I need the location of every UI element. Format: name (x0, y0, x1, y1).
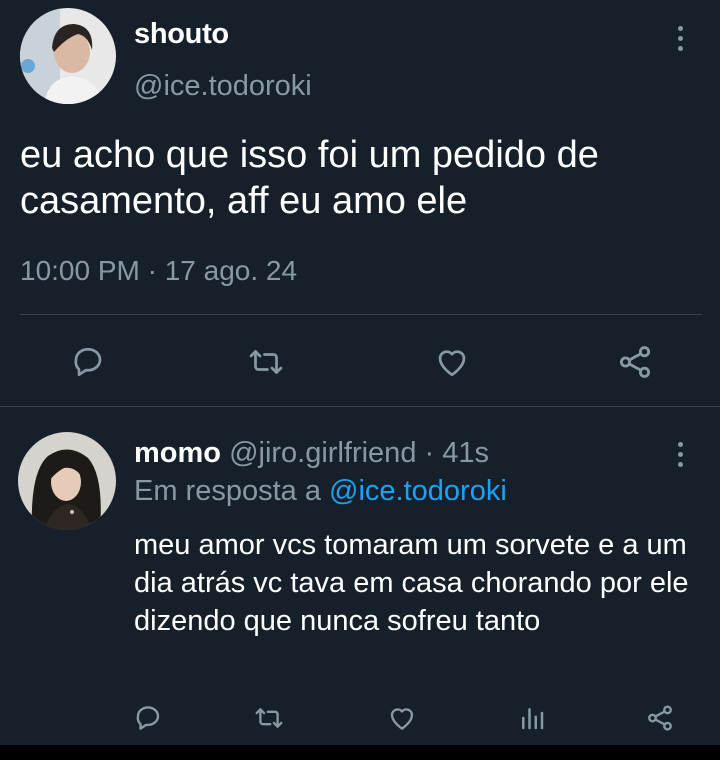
display-name[interactable]: shouto (134, 18, 229, 51)
replying-to-prefix: Em resposta a (134, 475, 330, 507)
share-icon[interactable] (638, 696, 682, 740)
tweet-text: eu acho que isso foi um pedido de casame… (20, 134, 599, 222)
retweet-icon[interactable] (247, 696, 291, 740)
avatar-image (20, 8, 116, 104)
replying-to-link[interactable]: @ice.todoroki (329, 475, 507, 507)
retweet-icon[interactable] (244, 340, 288, 384)
reply-icon[interactable] (66, 340, 110, 384)
divider (20, 314, 702, 315)
share-icon[interactable] (613, 340, 657, 384)
tweet-timestamp: 10:00 PM · 17 ago. 24 (20, 255, 298, 286)
like-icon[interactable] (380, 696, 424, 740)
like-icon[interactable] (430, 340, 474, 384)
more-options-icon[interactable] (668, 436, 692, 472)
reply-text: meu amor vcs tomaram um sorvete e a um d… (134, 529, 689, 637)
user-handle[interactable]: @ice.todoroki (134, 70, 312, 103)
user-handle[interactable]: @jiro.girlfriend (229, 437, 416, 469)
stats-icon[interactable] (510, 696, 554, 740)
avatar-image (18, 432, 116, 530)
avatar[interactable] (20, 8, 116, 104)
separator: · (416, 437, 443, 469)
tweet-thread: shouto @ice.todoroki eu acho que isso fo… (0, 0, 720, 745)
divider (0, 406, 720, 407)
display-name[interactable]: momo (134, 437, 221, 469)
avatar[interactable] (18, 432, 116, 530)
reply-icon[interactable] (126, 696, 170, 740)
replying-to: Em resposta a @ice.todoroki (134, 475, 507, 508)
more-options-icon[interactable] (668, 20, 692, 56)
reply-header: momo @jiro.girlfriend · 41s (134, 437, 489, 470)
reply-time[interactable]: 41s (442, 437, 489, 469)
